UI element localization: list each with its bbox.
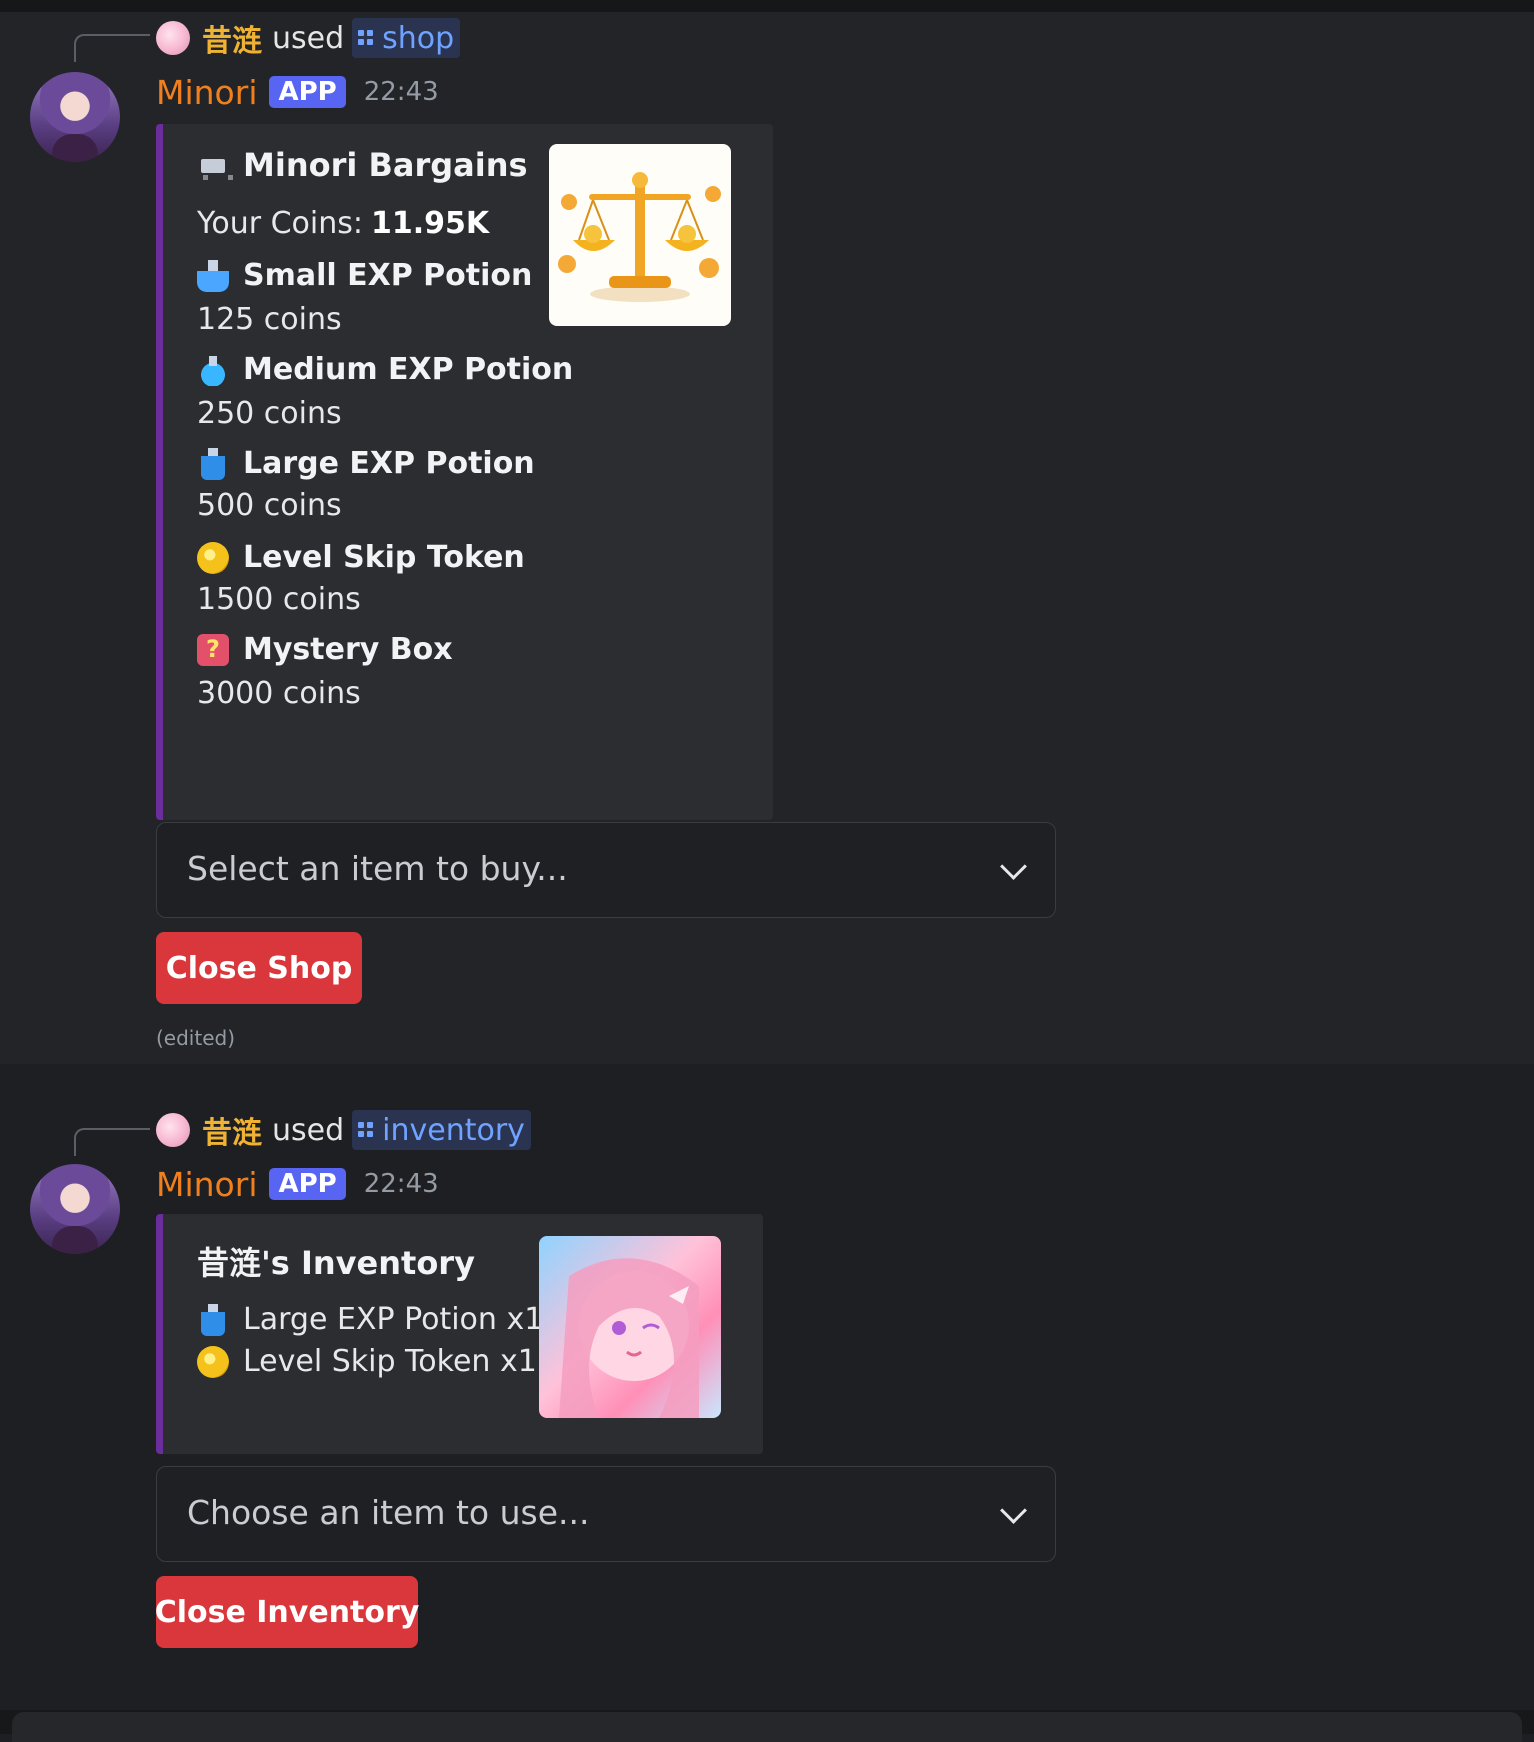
message-header: Minori APP 22:43 — [156, 70, 439, 114]
balance-scale-icon — [558, 172, 721, 302]
timestamp[interactable]: 22:43 — [364, 77, 439, 107]
used-label: used — [272, 20, 345, 56]
item-name-text: Large EXP Potion — [243, 446, 535, 481]
close-inventory-button[interactable]: Close Inventory — [155, 1576, 419, 1648]
message-shop: 昔涟 used shop Minori APP 22:43 Minori Bar… — [0, 12, 1534, 1064]
inventory-item: Level Skip Token x1 — [197, 1344, 537, 1379]
chevron-down-icon — [1000, 853, 1027, 880]
shop-item-price: 125 coins — [197, 302, 342, 337]
inventory-item-text: Large EXP Potion x1 — [243, 1302, 544, 1337]
timestamp[interactable]: 22:43 — [364, 1169, 439, 1199]
inventory-item-text: Level Skip Token x1 — [243, 1344, 537, 1379]
shop-item-name: Small EXP Potion — [197, 258, 532, 293]
app-badge: APP — [269, 1168, 346, 1200]
invoker-name[interactable]: 昔涟 — [202, 1108, 262, 1152]
close-shop-button[interactable]: Close Shop — [156, 932, 362, 1004]
invoker-name[interactable]: 昔涟 — [202, 16, 262, 60]
shop-item-price: 3000 coins — [197, 676, 361, 711]
bot-avatar[interactable] — [30, 1164, 120, 1254]
shop-item-price: 1500 coins — [197, 582, 361, 617]
shop-item-name: Level Skip Token — [197, 540, 525, 575]
shop-item-price: 500 coins — [197, 488, 342, 523]
item-name-text: Level Skip Token — [243, 540, 525, 575]
mystery-box-icon — [197, 633, 229, 666]
coins-value: 11.95K — [370, 206, 490, 241]
coin-icon — [197, 1345, 229, 1378]
coins-label: Your Coins: — [197, 206, 363, 241]
medium-potion-icon — [197, 353, 229, 386]
character-thumbnail[interactable] — [539, 1236, 721, 1418]
invoker-avatar[interactable] — [156, 21, 190, 55]
command-name: shop — [382, 20, 455, 56]
command-link-inventory[interactable]: inventory — [352, 1110, 531, 1150]
shop-item-price: 250 coins — [197, 396, 342, 431]
author-name[interactable]: Minori — [156, 1165, 257, 1204]
author-name[interactable]: Minori — [156, 73, 257, 112]
app-command-icon — [358, 1122, 374, 1138]
invoker-avatar[interactable] — [156, 1113, 190, 1147]
message-header: Minori APP 22:43 — [156, 1162, 439, 1206]
message-input-edge[interactable] — [12, 1712, 1522, 1742]
embed-title-text: Minori Bargains — [243, 146, 528, 184]
item-name-text: Mystery Box — [243, 632, 453, 667]
item-name-text: Medium EXP Potion — [243, 352, 574, 387]
edited-label: (edited) — [156, 1026, 236, 1050]
inventory-embed: 昔涟's Inventory Large EXP Potion x1 Level… — [156, 1214, 763, 1454]
scale-thumbnail[interactable] — [549, 144, 731, 326]
command-invocation: 昔涟 used inventory — [156, 1108, 531, 1152]
buy-item-select[interactable]: Select an item to buy... — [156, 822, 1056, 918]
embed-title: 昔涟's Inventory — [197, 1244, 475, 1282]
shop-item-name: Mystery Box — [197, 632, 453, 667]
large-potion-icon — [201, 447, 225, 480]
command-link-shop[interactable]: shop — [352, 18, 461, 58]
top-bar — [0, 0, 1534, 12]
command-name: inventory — [382, 1112, 525, 1148]
anime-character-image — [559, 1258, 699, 1418]
large-potion-icon — [201, 1303, 225, 1336]
inventory-item: Large EXP Potion x1 — [197, 1302, 543, 1337]
command-invocation: 昔涟 used shop — [156, 16, 461, 60]
reply-connector — [74, 1128, 150, 1156]
select-placeholder: Select an item to buy... — [187, 849, 568, 888]
shop-item-name: Medium EXP Potion — [197, 352, 573, 387]
app-command-icon — [358, 30, 374, 46]
bot-avatar[interactable] — [30, 72, 120, 162]
reply-connector — [74, 34, 150, 62]
use-item-select[interactable]: Choose an item to use... — [156, 1466, 1056, 1562]
select-placeholder: Choose an item to use... — [187, 1493, 590, 1532]
embed-title: Minori Bargains — [197, 146, 528, 184]
small-potion-icon — [197, 259, 229, 292]
used-label: used — [272, 1112, 345, 1148]
coins-line: Your Coins: 11.95K — [197, 206, 489, 241]
coin-icon — [197, 541, 229, 574]
shop-embed: Minori Bargains Your Coins: 11.95K Small… — [156, 124, 773, 820]
chevron-down-icon — [1000, 1497, 1027, 1524]
message-inventory: 昔涟 used inventory Minori APP 22:43 昔涟's … — [0, 1064, 1534, 1710]
shop-item-name: Large EXP Potion — [197, 446, 535, 481]
app-badge: APP — [269, 76, 346, 108]
item-name-text: Small EXP Potion — [243, 258, 533, 293]
shopping-cart-icon — [197, 149, 233, 181]
